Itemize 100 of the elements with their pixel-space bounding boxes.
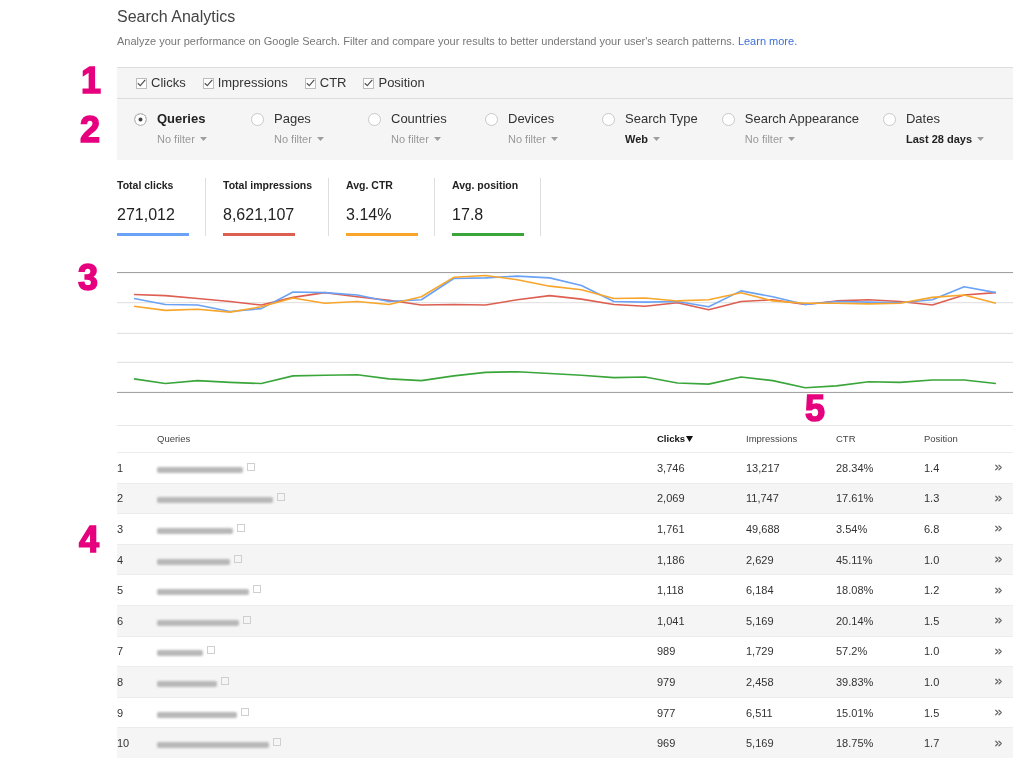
column-header[interactable]: Impressions — [746, 433, 798, 445]
table-cell: 18.75% — [836, 736, 874, 751]
checkbox[interactable] — [363, 77, 375, 89]
column-header[interactable]: Queries — [157, 433, 191, 445]
row-number: 4 — [117, 552, 124, 567]
table-cell: 15.01% — [836, 705, 874, 720]
table-cell: 5,169 — [746, 613, 774, 628]
radio-button[interactable] — [602, 112, 615, 126]
caret-down-icon — [653, 137, 661, 141]
table-cell: 57.2% — [836, 644, 868, 659]
table-cell: 20.14% — [836, 613, 874, 628]
table-cell: 1.5 — [924, 613, 940, 628]
external-link-icon[interactable] — [207, 646, 215, 655]
checkbox-label: CTR — [319, 75, 347, 91]
external-link-icon[interactable] — [221, 676, 229, 685]
check-icon — [137, 79, 146, 87]
table-cell: 45.11% — [836, 552, 873, 567]
table-cell: 1.3 — [924, 491, 940, 506]
radio-button[interactable] — [134, 112, 147, 126]
callout-number: 1 — [81, 63, 102, 99]
table-cell: 1,041 — [657, 613, 685, 628]
table-cell: 1,186 — [657, 552, 685, 567]
metric-label: Avg. CTR — [346, 178, 393, 192]
checkbox-label: Clicks — [151, 75, 186, 91]
blurred-text — [157, 680, 217, 687]
table-cell: 1.4 — [924, 460, 940, 475]
table-cell: 1,118 — [657, 583, 684, 598]
radio-label: Pages — [274, 111, 311, 127]
caret-down-icon — [433, 137, 441, 141]
learn-more-link[interactable]: Learn more. — [737, 35, 798, 47]
metric-value: 3.14% — [346, 205, 392, 225]
external-link-icon[interactable] — [234, 554, 242, 563]
check-icon — [203, 79, 213, 87]
table-cell: 979 — [657, 674, 676, 689]
caret-down-icon — [199, 137, 207, 141]
table-cell: 989 — [657, 644, 676, 659]
sort-descending-icon — [686, 436, 693, 442]
table-cell: 977 — [657, 705, 676, 720]
caret-down-icon — [787, 137, 795, 141]
radio-label: Dates — [905, 111, 940, 127]
radio-button[interactable] — [485, 112, 498, 126]
filter-dropdown[interactable]: Web — [625, 132, 661, 146]
radio-button[interactable] — [721, 112, 735, 126]
radio-button[interactable] — [882, 112, 896, 126]
caret-down-icon — [316, 137, 324, 141]
table-cell: 6.8 — [924, 522, 940, 536]
row-number: 10 — [117, 736, 130, 751]
external-link-icon[interactable] — [277, 493, 285, 502]
radio-label: Countries — [391, 111, 447, 127]
checkbox[interactable] — [136, 77, 147, 89]
column-header[interactable]: CTR — [836, 433, 856, 445]
metric-label: Total clicks — [117, 178, 174, 192]
table-cell: 1.5 — [924, 705, 940, 720]
table-cell: 1.7 — [924, 736, 940, 751]
callout-number: 2 — [80, 112, 101, 148]
table-cell: 6,511 — [746, 705, 773, 720]
metric-label: Total impressions — [223, 178, 313, 192]
checkbox[interactable] — [304, 77, 316, 89]
radio-label: Search Appearance — [744, 111, 859, 127]
table-cell: 13,217 — [746, 460, 780, 475]
external-link-icon[interactable] — [253, 585, 261, 594]
radio-button[interactable] — [368, 112, 381, 126]
checkbox[interactable] — [202, 77, 214, 89]
table-cell: 969 — [657, 736, 676, 751]
external-link-icon[interactable] — [241, 707, 249, 716]
external-link-icon[interactable] — [243, 615, 251, 624]
table-cell: 1,729 — [746, 644, 774, 659]
external-link-icon[interactable] — [247, 462, 255, 471]
page-title: Search Analytics — [117, 7, 236, 27]
external-link-icon[interactable] — [273, 738, 281, 747]
table-cell: 1.2 — [924, 583, 940, 598]
column-header[interactable]: Clicks — [657, 433, 693, 445]
column-header[interactable]: Position — [924, 433, 958, 445]
checkbox-label: Impressions — [217, 75, 288, 91]
row-number: 3 — [117, 522, 124, 536]
description-text: Analyze your performance on Google Search. Filter and compare your results to better understand your user's search patterns. Learn more. — [117, 34, 798, 48]
callout-number: 3 — [78, 260, 99, 296]
table-cell: 39.83% — [836, 674, 874, 689]
metric-label: Avg. position — [452, 178, 519, 192]
row-number: 8 — [117, 674, 124, 689]
blurred-text — [157, 650, 203, 657]
radio-label: Search Type — [625, 111, 698, 127]
radio-label: Devices — [508, 111, 555, 127]
filter-dropdown[interactable]: Last 28 days — [905, 132, 984, 146]
row-number: 9 — [117, 705, 124, 720]
table-cell: 17.61% — [836, 491, 874, 506]
external-link-icon[interactable] — [237, 524, 245, 532]
table-cell: 49,688 — [746, 522, 780, 536]
table-cell: 1.0 — [924, 674, 940, 689]
callout-number: 5 — [805, 391, 826, 427]
row-number: 2 — [117, 491, 124, 506]
radio-label: Queries — [157, 111, 206, 127]
caret-down-icon — [550, 137, 558, 141]
row-number: 5 — [117, 583, 124, 598]
radio-button[interactable] — [251, 112, 264, 126]
row-number: 1 — [117, 460, 124, 475]
table-cell: 2,458 — [746, 674, 774, 689]
metric-value: 17.8 — [452, 205, 484, 225]
row-number: 7 — [117, 644, 124, 659]
table-cell: 2,629 — [746, 552, 774, 567]
